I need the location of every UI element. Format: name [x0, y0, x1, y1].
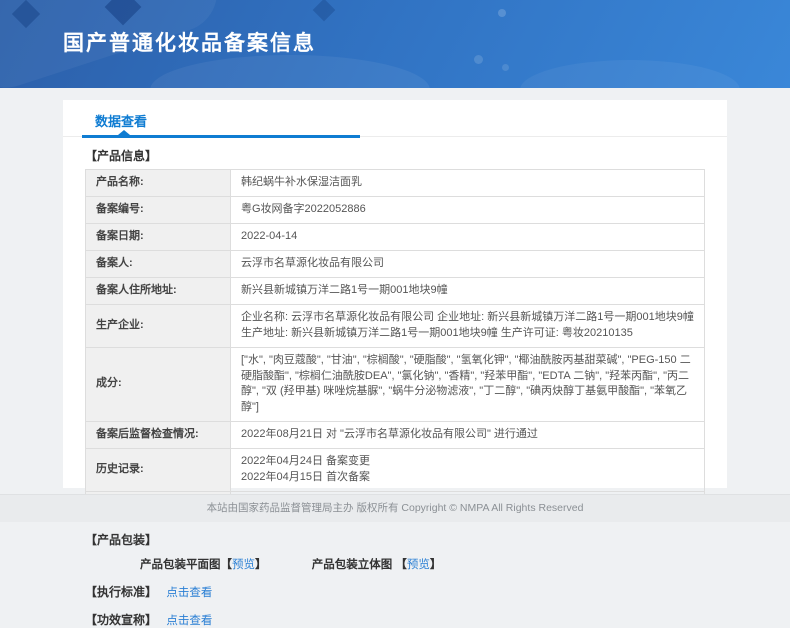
bracket-open: 【	[221, 559, 233, 571]
field-value: 云浮市名草源化妆品有限公司	[231, 250, 705, 277]
field-label: 备案人住所地址:	[86, 277, 231, 304]
decor-diamond	[105, 0, 142, 25]
field-label: 备案编号:	[86, 196, 231, 223]
section-title-standard: 【执行标准】	[85, 585, 157, 599]
field-value: ["水", "肉豆蔻酸", "甘油", "棕榈酸", "硬脂酸", "氢氧化钾"…	[231, 347, 705, 422]
section-title-efficacy: 【功效宣称】	[85, 613, 157, 627]
section-title-product-info: 【产品信息】	[85, 147, 705, 164]
table-row: 备案编号: 粤G妆网备字2022052886	[86, 196, 705, 223]
decor-dot	[498, 9, 506, 17]
table-row: 历史记录: 2022年04月24日 备案变更 2022年04月15日 首次备案	[86, 449, 705, 492]
table-row: 备案人住所地址: 新兴县新城镇万洋二路1号一期001地块9幢	[86, 277, 705, 304]
content-card: 数据查看 【产品信息】 产品名称: 韩纪蜗牛补水保湿洁面乳 备案编号: 粤G妆网…	[63, 100, 727, 488]
view-standard-link[interactable]: 点击查看	[166, 587, 212, 599]
field-value: 2022年08月21日 对 "云浮市名草源化妆品有限公司" 进行通过	[231, 422, 705, 449]
decor-diamond	[12, 0, 40, 28]
decor-dot	[502, 64, 509, 71]
field-label: 备案后监督检查情况:	[86, 422, 231, 449]
bracket-close: 】	[430, 559, 442, 571]
packaging-3d-item: 产品包装立体图 【预览】	[312, 556, 442, 572]
page-title: 国产普通化妆品备案信息	[63, 27, 316, 57]
table-row: 生产企业: 企业名称: 云浮市名草源化妆品有限公司 企业地址: 新兴县新城镇万洋…	[86, 304, 705, 347]
field-value: 2022年04月24日 备案变更 2022年04月15日 首次备案	[231, 449, 705, 492]
field-value: 2022-04-14	[231, 223, 705, 250]
decor-diamond	[313, 0, 336, 21]
field-label: 产品名称:	[86, 170, 231, 197]
tab-active-indicator	[82, 135, 360, 138]
table-row: 备案人: 云浮市名草源化妆品有限公司	[86, 250, 705, 277]
standard-section: 【执行标准】 点击查看	[85, 583, 705, 600]
field-value: 韩纪蜗牛补水保湿洁面乳	[231, 170, 705, 197]
packaging-flat-label: 产品包装平面图	[140, 559, 221, 571]
decor-dot	[474, 55, 483, 64]
view-efficacy-link[interactable]: 点击查看	[166, 615, 212, 627]
packaging-section: 【产品包装】 产品包装平面图【预览】 产品包装立体图 【预览】	[85, 531, 705, 572]
footer-text: 本站由国家药品监督管理局主办 版权所有 Copyright © NMPA All…	[207, 502, 584, 514]
table-row: 备案日期: 2022-04-14	[86, 223, 705, 250]
field-value: 企业名称: 云浮市名草源化妆品有限公司 企业地址: 新兴县新城镇万洋二路1号一期…	[231, 304, 705, 347]
packaging-3d-label: 产品包装立体图	[312, 559, 396, 571]
bracket-open: 【	[395, 559, 407, 571]
bracket-close: 】	[255, 559, 267, 571]
preview-flat-link[interactable]: 预览	[232, 559, 255, 571]
field-label: 备案日期:	[86, 223, 231, 250]
table-row: 成分: ["水", "肉豆蔻酸", "甘油", "棕榈酸", "硬脂酸", "氢…	[86, 347, 705, 422]
table-row: 产品名称: 韩纪蜗牛补水保湿洁面乳	[86, 170, 705, 197]
page-header: 国产普通化妆品备案信息	[0, 0, 790, 88]
preview-3d-link[interactable]: 预览	[407, 559, 430, 571]
decor-blob	[520, 60, 740, 88]
packaging-links-row: 产品包装平面图【预览】 产品包装立体图 【预览】	[140, 556, 705, 572]
efficacy-section: 【功效宣称】 点击查看	[85, 611, 705, 628]
field-value: 新兴县新城镇万洋二路1号一期001地块9幢	[231, 277, 705, 304]
field-label: 生产企业:	[86, 304, 231, 347]
field-label: 备案人:	[86, 250, 231, 277]
product-info-table: 产品名称: 韩纪蜗牛补水保湿洁面乳 备案编号: 粤G妆网备字2022052886…	[85, 169, 705, 519]
table-row: 备案后监督检查情况: 2022年08月21日 对 "云浮市名草源化妆品有限公司"…	[86, 422, 705, 449]
decor-blob	[150, 55, 430, 88]
packaging-flat-item: 产品包装平面图【预览】	[140, 556, 267, 572]
field-label: 历史记录:	[86, 449, 231, 492]
section-title-packaging: 【产品包装】	[85, 531, 705, 548]
field-label: 成分:	[86, 347, 231, 422]
page-footer: 本站由国家药品监督管理局主办 版权所有 Copyright © NMPA All…	[0, 494, 790, 522]
tab-bar: 数据查看	[63, 100, 727, 137]
tab-data-view[interactable]: 数据查看	[95, 111, 147, 130]
field-value: 粤G妆网备字2022052886	[231, 196, 705, 223]
